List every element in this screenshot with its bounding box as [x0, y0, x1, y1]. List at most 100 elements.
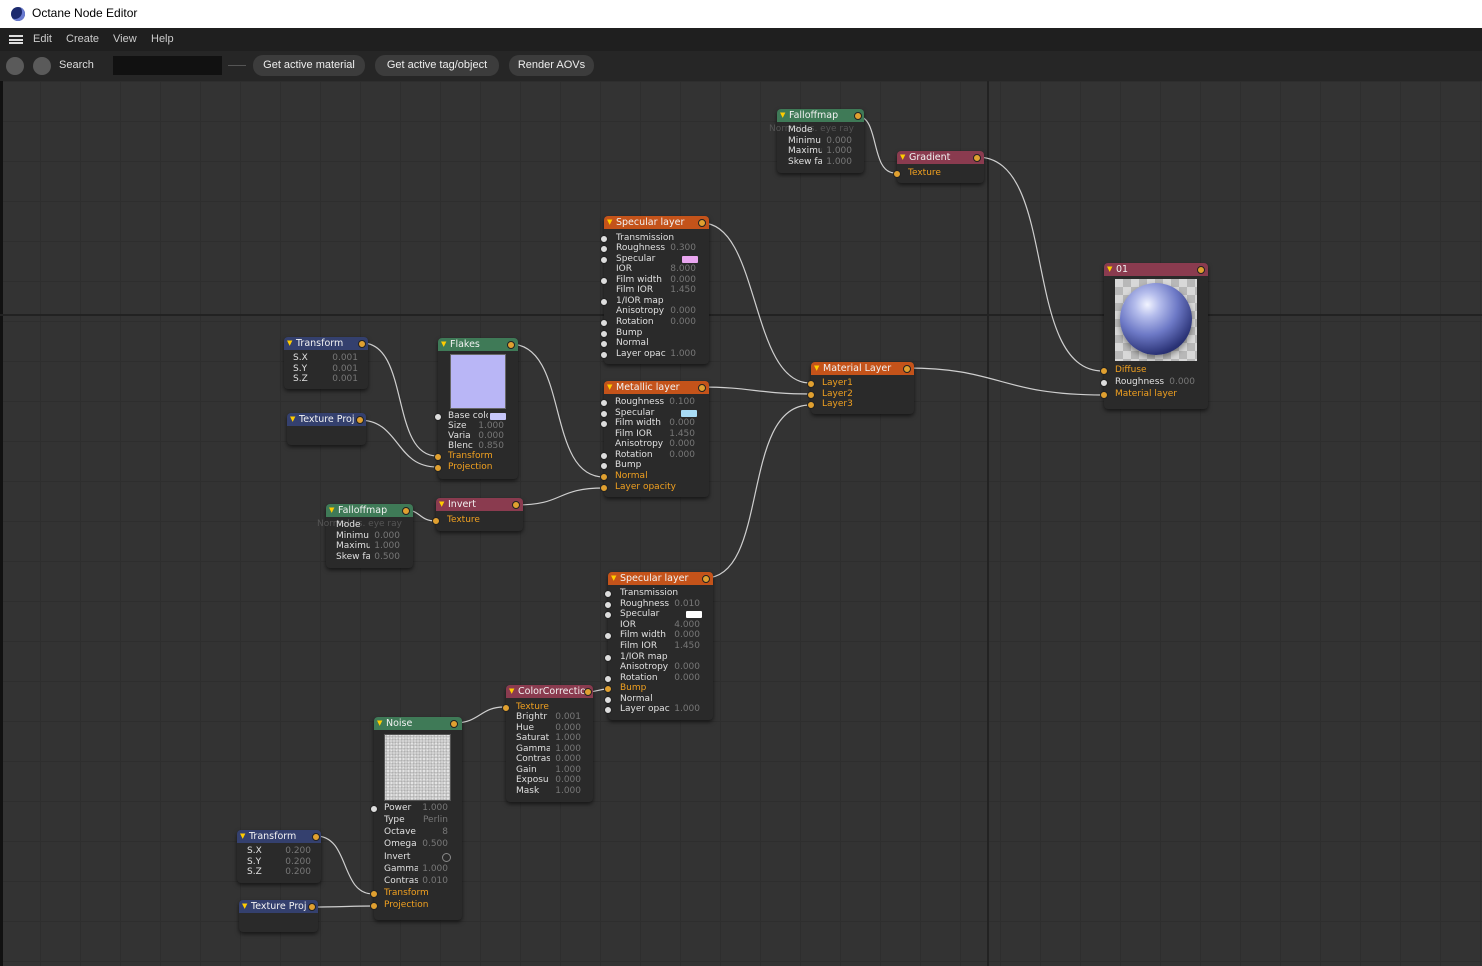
input-port[interactable]	[604, 654, 612, 662]
param-value[interactable]: 1.450	[670, 641, 700, 652]
node-header[interactable]: Transform	[237, 830, 321, 843]
output-port[interactable]	[973, 154, 981, 162]
node-flakes[interactable]: Flakes Base colo Size1.000 Varia0.000 Bl…	[434, 338, 518, 479]
node-header[interactable]: Falloffmap	[777, 109, 864, 122]
node-texture-projection-2[interactable]: Texture Proj	[239, 900, 318, 932]
input-port[interactable]	[1100, 367, 1108, 375]
input-port[interactable]	[604, 632, 612, 640]
get-active-material-button[interactable]: Get active material	[253, 55, 365, 76]
search-input[interactable]	[113, 56, 222, 75]
param-value[interactable]: 1.000	[670, 704, 700, 715]
menu-view[interactable]: View	[113, 33, 137, 45]
input-port[interactable]	[600, 319, 608, 327]
color-swatch[interactable]	[686, 611, 702, 618]
output-port[interactable]	[402, 507, 410, 515]
output-port[interactable]	[512, 501, 520, 509]
input-port[interactable]	[604, 685, 612, 693]
input-port[interactable]	[600, 340, 608, 348]
node-noise[interactable]: Noise Power 1.000 Type Perlin Octave8 Omeg…	[370, 717, 462, 920]
output-port[interactable]	[507, 341, 515, 349]
color-swatch[interactable]	[490, 413, 506, 420]
param-value[interactable]: 0.000	[1165, 377, 1195, 388]
param-value[interactable]: 1.000	[666, 349, 696, 360]
param-value[interactable]: 8.000	[666, 264, 696, 275]
node-material-layer[interactable]: Material Layer Layer1 Layer2 Layer3	[807, 362, 914, 414]
node-header[interactable]: Specular layer	[604, 216, 709, 229]
output-port[interactable]	[698, 384, 706, 392]
hamburger-menu-icon[interactable]	[9, 35, 23, 44]
node-color-correction[interactable]: ColorCorrection Texture Brightr0.001 Hue…	[502, 685, 593, 802]
param-value[interactable]: 1.450	[666, 285, 696, 296]
input-port[interactable]	[600, 484, 608, 492]
param-value[interactable]: 0.000	[666, 306, 696, 317]
node-specular-layer-1[interactable]: Specular layer Transmission Roughness0.3…	[600, 216, 709, 364]
input-port[interactable]	[807, 391, 815, 399]
input-port[interactable]	[600, 473, 608, 481]
output-port[interactable]	[698, 219, 706, 227]
output-port[interactable]	[584, 688, 592, 696]
param-value[interactable]: 1.000	[418, 864, 448, 875]
gear-icon[interactable]	[6, 57, 24, 75]
input-port[interactable]	[600, 277, 608, 285]
param-value[interactable]: 1.000	[822, 146, 852, 157]
param-value[interactable]: 0.500	[370, 552, 400, 563]
node-gradient[interactable]: Gradient Texture	[893, 151, 984, 183]
input-port[interactable]	[604, 706, 612, 714]
node-header[interactable]: Transform	[284, 337, 368, 350]
param-value[interactable]: 0.000	[665, 418, 695, 429]
param-value[interactable]: 0.100	[665, 397, 695, 408]
param-value[interactable]: 0.200	[279, 846, 311, 857]
param-value[interactable]: 1.000	[550, 786, 581, 797]
input-port[interactable]	[434, 413, 442, 421]
node-link-icon[interactable]	[33, 57, 51, 75]
node-header[interactable]: Flakes	[438, 338, 518, 351]
node-falloffmap-2[interactable]: Falloffmap Normal vs. eye ray Mode Minim…	[317, 504, 413, 568]
menu-help[interactable]: Help	[151, 33, 174, 45]
output-port[interactable]	[1197, 266, 1205, 274]
param-value[interactable]: 0.000	[550, 775, 581, 786]
input-port[interactable]	[600, 462, 608, 470]
output-port[interactable]	[312, 833, 320, 841]
node-invert[interactable]: Invert Texture	[432, 498, 523, 531]
input-port[interactable]	[370, 902, 378, 910]
input-port[interactable]	[434, 453, 442, 461]
node-header[interactable]: Material Layer	[811, 362, 914, 375]
output-port[interactable]	[308, 903, 316, 911]
menu-edit[interactable]: Edit	[33, 33, 52, 45]
param-value[interactable]: 0.000	[670, 630, 700, 641]
node-header[interactable]: Texture Proj	[287, 413, 366, 426]
color-swatch[interactable]	[681, 410, 697, 417]
output-port[interactable]	[702, 575, 710, 583]
input-port[interactable]	[604, 590, 612, 598]
menu-create[interactable]: Create	[66, 33, 99, 45]
param-value[interactable]: 0.200	[279, 867, 311, 878]
input-port[interactable]	[600, 330, 608, 338]
node-transform-2[interactable]: Transform S.X0.200 S.Y0.200 S.Z0.200	[237, 830, 321, 883]
invert-checkbox[interactable]	[442, 853, 451, 862]
color-swatch[interactable]	[682, 256, 698, 263]
param-value[interactable]: 0.000	[670, 662, 700, 673]
input-port[interactable]	[807, 401, 815, 409]
param-value[interactable]: 1.000	[550, 733, 581, 744]
input-port[interactable]	[807, 380, 815, 388]
input-port[interactable]	[1100, 391, 1108, 399]
input-port[interactable]	[604, 611, 612, 619]
node-header[interactable]: ColorCorrection	[506, 685, 593, 698]
param-value[interactable]: 0.000	[665, 439, 695, 450]
output-port[interactable]	[854, 112, 862, 120]
node-metallic-layer[interactable]: Metallic layer Roughness0.100 Specular F…	[600, 381, 709, 497]
input-port[interactable]	[604, 696, 612, 704]
param-value[interactable]: 0.001	[550, 712, 581, 723]
input-port[interactable]	[600, 298, 608, 306]
param-value[interactable]: 1.000	[370, 541, 400, 552]
node-falloffmap-top[interactable]: Falloffmap Normal vs. eye ray Mode Minim…	[769, 109, 864, 173]
input-port[interactable]	[600, 452, 608, 460]
node-canvas[interactable]	[0, 81, 1482, 966]
param-value[interactable]: 0.000	[666, 317, 696, 328]
node-specular-layer-2[interactable]: Specular layer Transmission Roughness0.0…	[604, 572, 713, 720]
param-value[interactable]: 1.000	[418, 803, 448, 814]
node-texture-projection-1[interactable]: Texture Proj	[287, 413, 366, 445]
input-port[interactable]	[600, 235, 608, 243]
node-header[interactable]: 01	[1104, 263, 1208, 276]
node-transform-1[interactable]: Transform S.X0.001 S.Y0.001 S.Z0.001	[284, 337, 368, 389]
